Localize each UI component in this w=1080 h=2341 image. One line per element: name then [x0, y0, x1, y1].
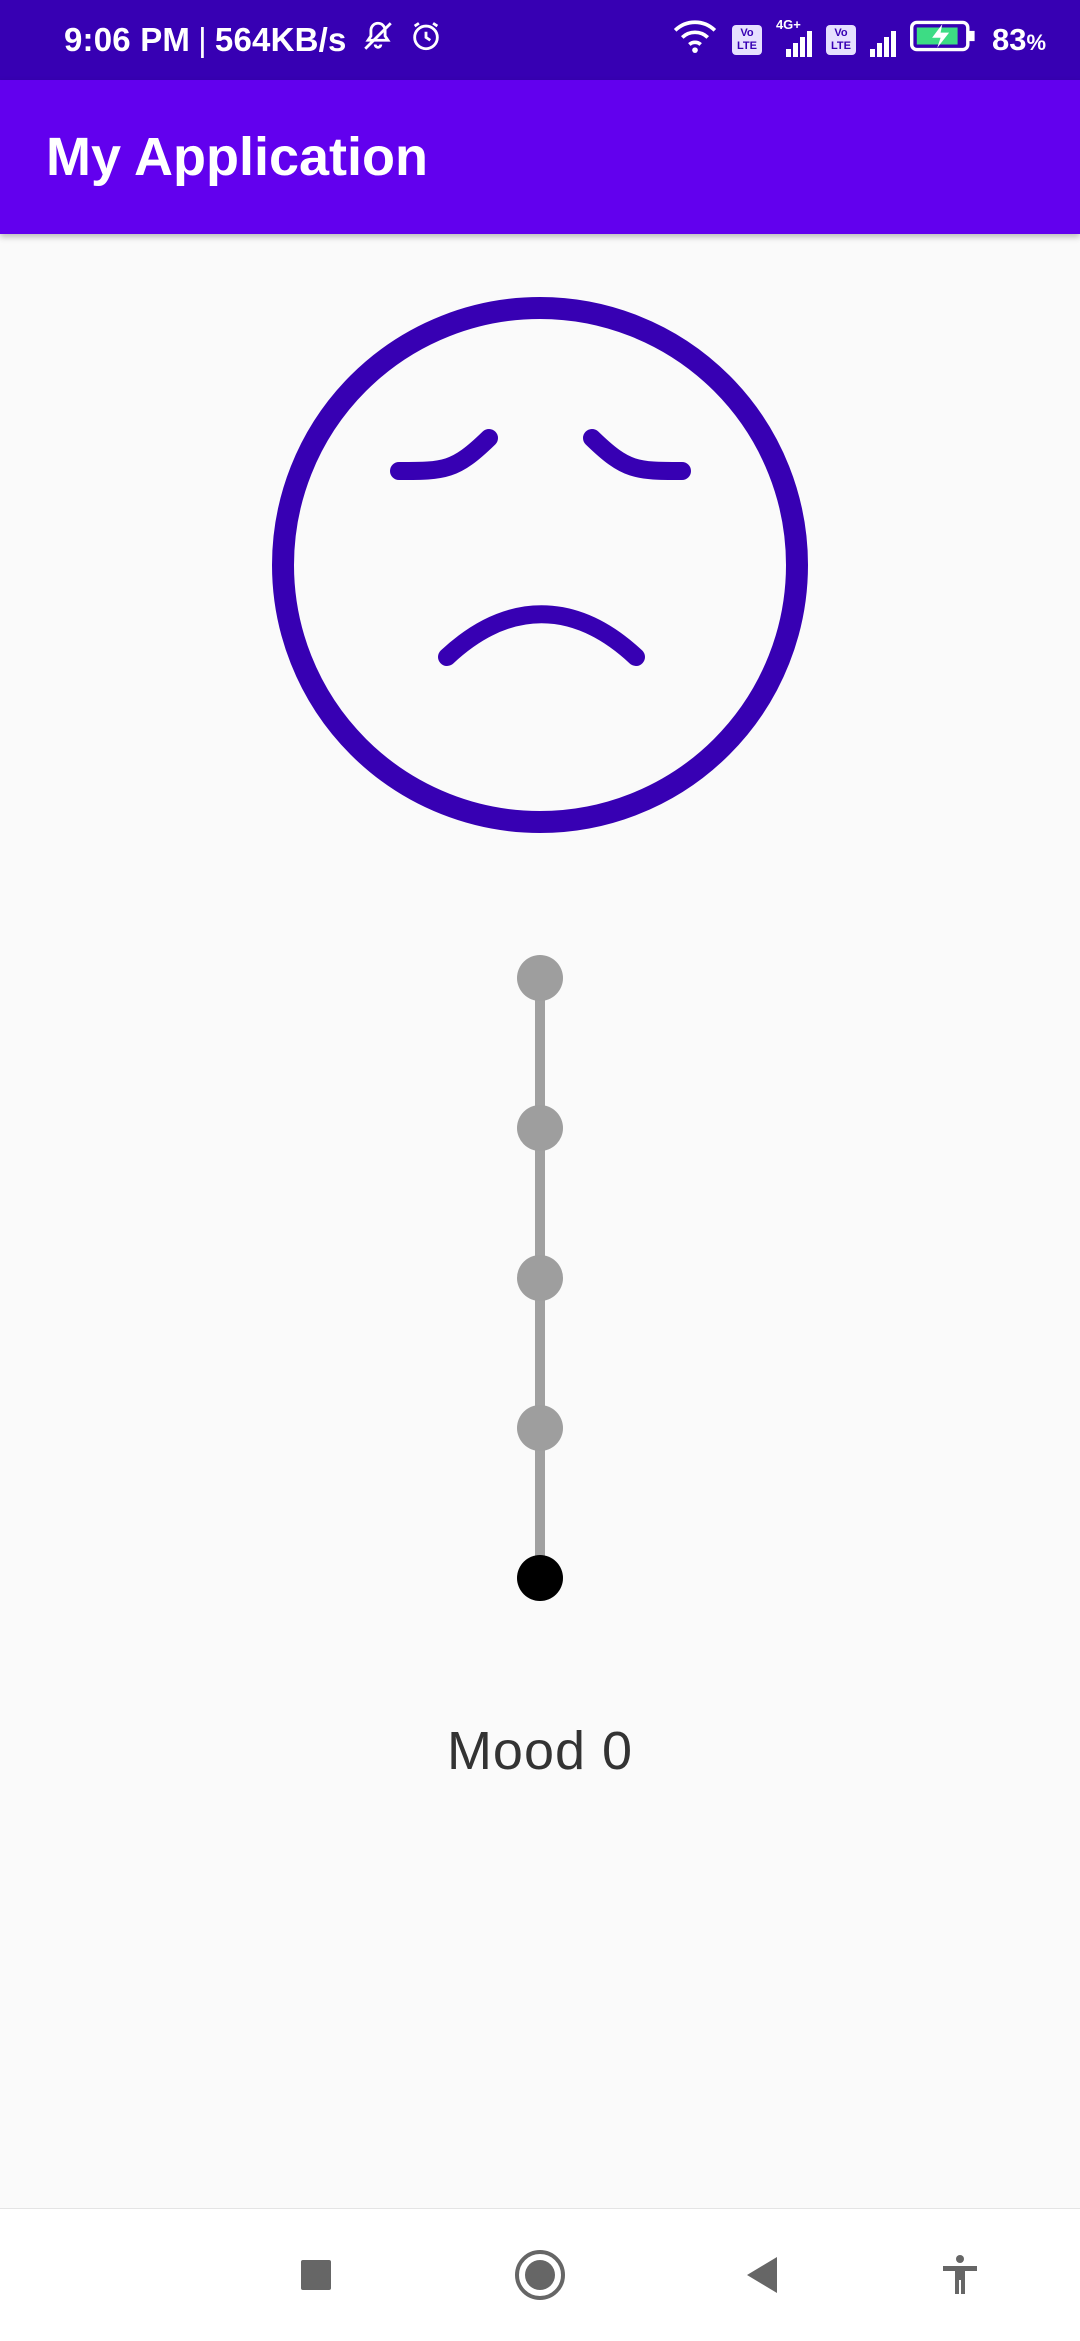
app-bar: My Application — [0, 80, 1080, 234]
right-eye — [583, 429, 691, 480]
slider-step-1[interactable] — [517, 1405, 563, 1451]
signal-icon-2 — [869, 23, 896, 57]
back-icon — [747, 2257, 777, 2293]
bell-off-icon — [361, 19, 395, 61]
volte-icon: Vo LTE — [731, 25, 762, 55]
status-left: 9:06 PM | 564KB/s — [64, 0, 443, 80]
home-button[interactable] — [490, 2209, 590, 2341]
mouth — [438, 605, 645, 666]
navigation-bar — [0, 2208, 1080, 2341]
slider-step-2[interactable] — [517, 1255, 563, 1301]
status-time: 9:06 PM — [64, 21, 191, 58]
accessibility-icon — [943, 2255, 977, 2294]
face-outline — [272, 297, 808, 833]
mood-slider[interactable] — [490, 940, 590, 1630]
volte-icon-2: Vo LTE — [825, 25, 856, 55]
back-button[interactable] — [712, 2209, 812, 2341]
sad-face-icon — [272, 297, 808, 833]
status-speed: 564KB/s — [214, 21, 347, 58]
alarm-icon — [409, 19, 443, 61]
slider-step-4[interactable] — [517, 955, 563, 1001]
home-icon — [515, 2250, 565, 2300]
left-eye — [390, 429, 498, 480]
app-title: My Application — [46, 127, 429, 187]
status-separator: | — [198, 21, 207, 58]
network-type-label: 4G+ — [775, 17, 801, 32]
accessibility-button[interactable] — [910, 2209, 1010, 2341]
status-right: Vo LTE 4G+ Vo LTE 83% — [672, 0, 1046, 80]
mood-label: Mood 0 — [446, 1721, 634, 1781]
battery-charging-icon — [909, 19, 978, 61]
recents-button[interactable] — [266, 2209, 366, 2341]
slider-step-3[interactable] — [517, 1105, 563, 1151]
slider-thumb[interactable] — [517, 1555, 563, 1601]
status-bar: 9:06 PM | 564KB/s Vo LTE 4G+ Vo LTE 83% — [0, 0, 1080, 80]
signal-icon: 4G+ — [776, 17, 812, 57]
recents-icon — [301, 2260, 331, 2290]
wifi-icon — [672, 19, 718, 61]
battery-percentage: 83% — [991, 22, 1046, 57]
